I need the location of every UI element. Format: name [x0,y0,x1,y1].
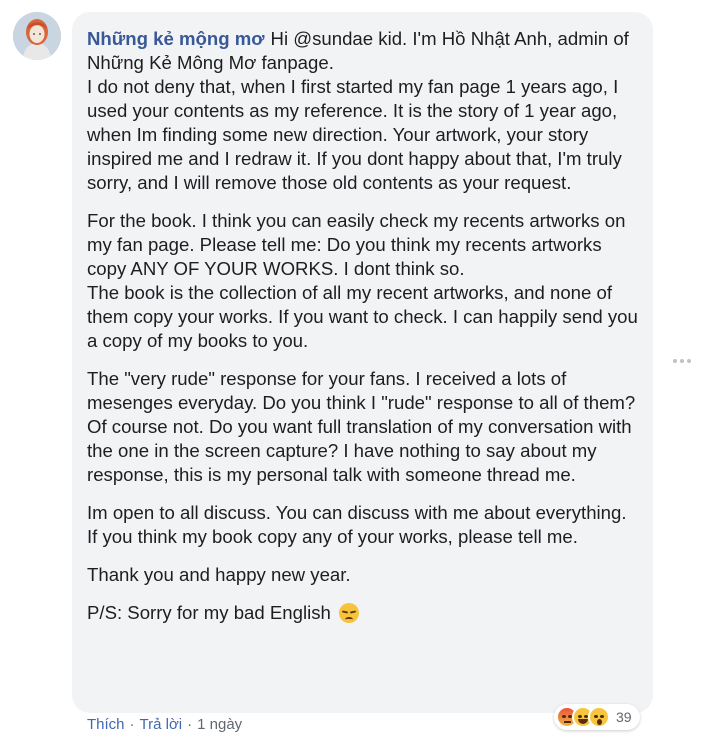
like-link[interactable]: Thích [87,716,125,733]
comment-paragraph-2: For the book. I think you can easily che… [87,210,638,351]
wow-reaction-icon [588,706,610,728]
disappointed-face-icon [339,603,360,623]
comment-bubble: Những kẻ mộng mơ Hi @sundae kid. I'm Hồ N… [72,12,653,713]
comment-paragraph-6: P/S: Sorry for my bad English [87,601,639,625]
comment-actions: Thích · Trả lời · 1 ngày [87,716,242,733]
reaction-count: 39 [616,709,632,725]
avatar[interactable] [13,12,61,60]
reactions-summary[interactable]: 39 [554,704,640,730]
comment-author-link[interactable]: Những kẻ mộng mơ [87,28,265,49]
more-options-icon[interactable] [672,354,692,368]
comment-paragraph-3: The "very rude" response for your fans. … [87,368,636,485]
reply-link[interactable]: Trả lời [140,716,183,733]
comment-text: Hi @sundae kid. I'm Hồ Nhật Anh, admin o… [87,28,629,193]
timestamp-link[interactable]: 1 ngày [197,716,242,733]
comment-paragraph-4: Im open to all discuss. You can discuss … [87,502,627,547]
separator: · [129,716,135,733]
ps-text: P/S: Sorry for my bad English [87,602,331,623]
comment-paragraph-5: Thank you and happy new year. [87,564,351,585]
avatar-illustration [13,12,61,60]
separator: · [187,716,193,733]
comment-paragraph-1: Những kẻ mộng mơ Hi @sundae kid. I'm Hồ N… [87,27,639,195]
